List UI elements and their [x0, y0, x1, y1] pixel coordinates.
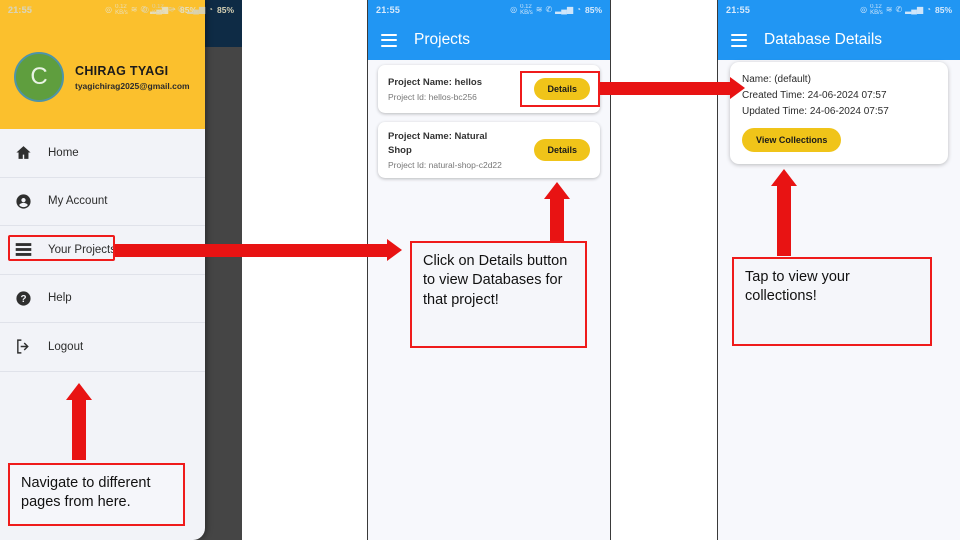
sidebar-item-label: My Account [48, 195, 108, 208]
statusbar-icons: ◎ 0.12 KB/s ≋ ✆ ▂▄▆ ◔ 85% [510, 4, 602, 16]
appbar-projects: Projects [368, 20, 610, 60]
database-details-card: Name: (default) Created Time: 24-06-2024… [730, 62, 948, 164]
annotation-arrow-shaft-projects [115, 244, 387, 257]
statusbar-panel1: 21:55 ◎ 0.12 KB/s ≋ ✆ ▂▄▆ ◔ 85% [0, 0, 242, 20]
wifi-icon: ≋ [885, 5, 893, 14]
signal-icon: ▂▄▆ [905, 5, 924, 14]
highlight-details-button [520, 71, 600, 107]
annotation-arrow-head-projects [387, 239, 402, 261]
call-icon: ✆ [895, 5, 903, 14]
signal-icon: ▂▄▆ [187, 5, 206, 14]
sidebar-item-home[interactable]: Home [0, 129, 205, 178]
account-circle-icon [12, 190, 34, 212]
divider-2 [610, 0, 611, 540]
nfc-icon: ◎ [860, 5, 868, 14]
data-speed-icon: 0.12 KB/s [152, 4, 165, 16]
call-icon: ✆ [177, 5, 185, 14]
hamburger-icon[interactable] [381, 33, 397, 47]
database-created-time: Created Time: 24-06-2024 07:57 [742, 90, 887, 102]
annotation-note-collections: Tap to view your collections! [732, 257, 932, 346]
statusbar-battery: 85% [934, 4, 952, 15]
annotation-arrow-head-details [544, 182, 570, 199]
project-name: Project Name: Natural Shop [388, 131, 488, 156]
annotation-note-drawer: Navigate to different pages from here. [8, 463, 185, 526]
statusbar-panel3: 21:55 ◎ 0.12 KB/s ≋ ✆ ▂▄▆ ◔ 85% [718, 0, 960, 20]
wifi-icon: ≋ [167, 5, 175, 14]
data-speed-icon: 0.12 KB/s [870, 4, 883, 16]
battery-icon: ◔ [576, 5, 581, 14]
sidebar-item-my-account[interactable]: My Account [0, 178, 205, 226]
data-speed-icon: 0.12 KB/s [520, 4, 533, 16]
project-id: Project Id: hellos-bc256 [388, 91, 477, 102]
annotation-arrow-shaft-to-details [600, 82, 730, 95]
sidebar-item-label: Home [48, 146, 79, 159]
drawer-user-block: C CHIRAG TYAGI tyagichirag2025@gmail.com [14, 52, 190, 102]
panel-navigation-drawer: 21:55 ◎ 0.12 KB/s ≋ ✆ ▂▄▆ ◔ 85% 21:55 ◎ 0… [0, 0, 242, 540]
sidebar-item-logout[interactable]: Logout [0, 323, 205, 372]
appbar-database-details: Database Details [718, 20, 960, 60]
database-name: Name: (default) [742, 74, 811, 85]
home-icon [12, 142, 34, 164]
user-name: CHIRAG TYAGI [75, 63, 169, 78]
help-circle-icon: ? [12, 287, 34, 309]
avatar: C [14, 52, 64, 102]
details-button[interactable]: Details [534, 139, 590, 161]
statusbar-time: 21:55 [726, 5, 751, 15]
wifi-icon: ≋ [535, 5, 543, 14]
statusbar-icons: ◎ 0.12 KB/s ≋ ✆ ▂▄▆ ◔ 85% [142, 4, 234, 16]
annotation-arrow-shaft-details [550, 198, 564, 243]
project-name: Project Name: hellos [388, 77, 482, 89]
logout-icon [12, 336, 34, 358]
user-info: CHIRAG TYAGI tyagichirag2025@gmail.com [75, 64, 190, 91]
view-collections-button[interactable]: View Collections [742, 127, 842, 152]
highlight-your-projects [8, 235, 115, 261]
annotation-note-projects: Click on Details button to view Database… [410, 241, 587, 348]
signal-icon: ▂▄▆ [555, 5, 574, 14]
battery-icon: ◔ [208, 5, 213, 14]
statusbar-battery: 85% [584, 4, 602, 15]
annotation-arrow-head-collections [771, 169, 797, 186]
nfc-icon: ◎ [510, 5, 518, 14]
statusbar-time: 21:55 [376, 5, 401, 15]
sidebar-item-help[interactable]: ? Help [0, 275, 205, 323]
navigation-drawer: 21:55 ◎ 0.12 KB/s ≋ ✆ ▂▄▆ ◔ 85% C CHIRAG … [0, 0, 205, 540]
statusbar-icons: ◎ 0.12 KB/s ≋ ✆ ▂▄▆ ◔ 85% [860, 4, 952, 16]
sidebar-item-label: Logout [48, 340, 84, 353]
nfc-icon: ◎ [142, 5, 150, 14]
user-email: tyagichirag2025@gmail.com [75, 80, 190, 91]
svg-text:?: ? [20, 294, 26, 305]
statusbar-time: 21:55 [8, 5, 33, 15]
database-updated-time: Updated Time: 24-06-2024 07:57 [742, 106, 889, 118]
sidebar-item-label: Help [48, 292, 72, 305]
page-title: Projects [414, 31, 470, 48]
project-card[interactable]: Project Name: Natural Shop Project Id: n… [378, 122, 600, 178]
annotation-arrow-head-to-details [730, 77, 745, 99]
screenshot-canvas: 21:55 ◎ 0.12 KB/s ≋ ✆ ▂▄▆ ◔ 85% 21:55 ◎ 0… [0, 0, 960, 540]
project-card-text: Project Name: Natural Shop Project Id: n… [388, 130, 513, 170]
battery-icon: ◔ [926, 5, 931, 14]
project-card-text: Project Name: hellos Project Id: hellos-… [388, 76, 482, 102]
annotation-arrow-shaft-drawer [72, 398, 86, 460]
project-id: Project Id: natural-shop-c2d22 [388, 159, 502, 170]
page-title: Database Details [764, 31, 883, 48]
hamburger-icon[interactable] [731, 33, 747, 47]
call-icon: ✆ [545, 5, 553, 14]
statusbar-panel2: 21:55 ◎ 0.12 KB/s ≋ ✆ ▂▄▆ ◔ 85% [368, 0, 610, 20]
annotation-arrow-shaft-collections [777, 186, 791, 256]
statusbar-battery: 85% [216, 4, 234, 15]
